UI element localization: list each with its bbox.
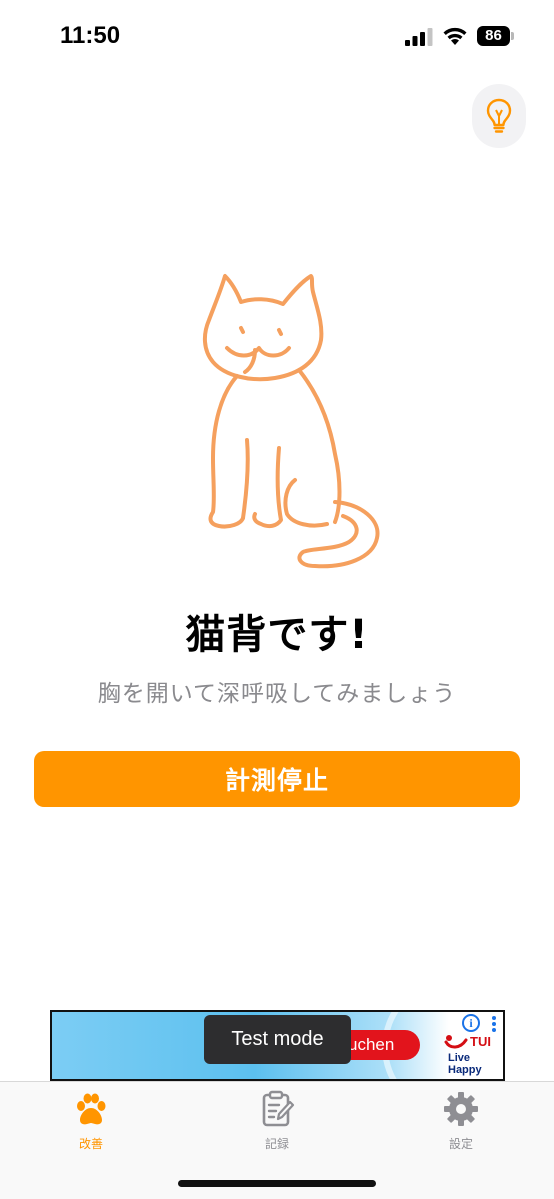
posture-result-title: 猫背です! bbox=[185, 612, 369, 658]
cellular-signal-icon bbox=[405, 28, 433, 46]
tab-settings[interactable]: 設定 bbox=[416, 1090, 506, 1152]
tab-improve-label: 改善 bbox=[78, 1137, 103, 1151]
status-bar: 11:50 86 bbox=[0, 0, 554, 74]
clipboard-edit-icon bbox=[262, 1090, 295, 1127]
battery-level: 86 bbox=[477, 26, 510, 46]
posture-advice: 胸を開いて深呼吸してみましょう bbox=[97, 681, 457, 707]
tab-records-label: 記録 bbox=[264, 1137, 289, 1151]
paw-icon bbox=[77, 1093, 106, 1125]
ad-tagline: Live Happy bbox=[448, 1052, 482, 1076]
stop-measurement-button[interactable]: 計測停止 bbox=[34, 751, 520, 807]
battery-indicator: 86 bbox=[477, 26, 515, 46]
ad-more-icon[interactable] bbox=[486, 1014, 502, 1034]
gear-icon bbox=[444, 1092, 478, 1126]
tui-smile-logo-icon bbox=[444, 1035, 468, 1049]
tab-improve[interactable]: 改善 bbox=[46, 1090, 136, 1152]
wifi-icon bbox=[443, 27, 467, 45]
cat-icon bbox=[202, 274, 380, 569]
tab-settings-label: 設定 bbox=[448, 1137, 473, 1151]
ad-brand: TUI bbox=[470, 1034, 491, 1049]
tip-button[interactable] bbox=[472, 84, 526, 148]
lightbulb-icon bbox=[486, 98, 512, 133]
test-mode-toast: Test mode bbox=[204, 1015, 351, 1064]
tab-records[interactable]: 記録 bbox=[232, 1090, 322, 1152]
home-indicator bbox=[178, 1180, 376, 1187]
battery-cap bbox=[511, 32, 514, 40]
status-time: 11:50 bbox=[60, 22, 121, 49]
ad-info-icon[interactable]: i bbox=[462, 1014, 480, 1032]
